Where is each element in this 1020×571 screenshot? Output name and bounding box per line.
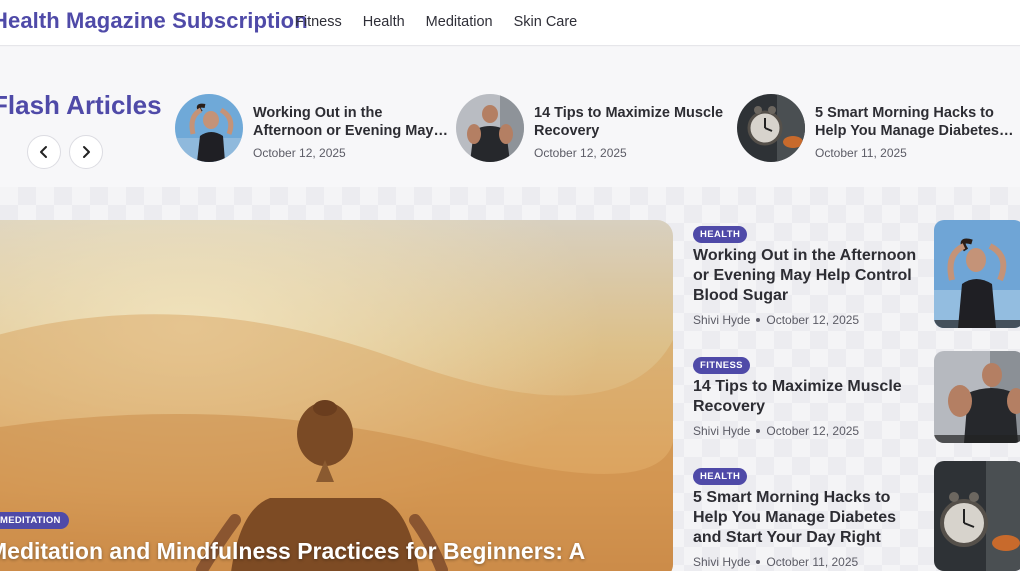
flash-prev-button[interactable] (27, 135, 61, 169)
article-date: October 11, 2025 (766, 555, 859, 569)
side-article-meta: Shivi Hyde October 12, 2025 (693, 424, 859, 438)
category-badge[interactable]: FITNESS (693, 357, 750, 374)
side-article-item[interactable]: HEALTH Working Out in the Afternoon or E… (693, 220, 1020, 336)
nav-item-fitness[interactable]: Fitness (295, 14, 342, 30)
side-article-meta: Shivi Hyde October 11, 2025 (693, 555, 858, 569)
side-article-meta: Shivi Hyde October 12, 2025 (693, 313, 859, 327)
author-name[interactable]: Shivi Hyde (693, 424, 750, 438)
flash-article-item[interactable]: 5 Smart Morning Hacks to Help You Manage… (737, 94, 1012, 166)
nav-item-meditation[interactable]: Meditation (426, 14, 493, 30)
side-article-thumbnail[interactable] (934, 461, 1020, 571)
flash-article-title[interactable]: 14 Tips to Maximize Muscle Recovery (534, 104, 734, 140)
nav-item-health[interactable]: Health (363, 14, 405, 30)
chevron-right-icon (83, 146, 90, 158)
hero-title[interactable]: Meditation and Mindfulness Practices for… (0, 538, 585, 565)
side-article-title[interactable]: 14 Tips to Maximize Muscle Recovery (693, 377, 918, 417)
side-article-title[interactable]: 5 Smart Morning Hacks to Help You Manage… (693, 488, 918, 548)
hero-category-badge[interactable]: MEDITATION (0, 512, 69, 529)
separator-dot (756, 559, 761, 564)
flash-next-button[interactable] (69, 135, 103, 169)
side-article-item[interactable]: HEALTH 5 Smart Morning Hacks to Help You… (693, 461, 1020, 571)
side-article-item[interactable]: FITNESS 14 Tips to Maximize Muscle Recov… (693, 351, 1020, 455)
author-name[interactable]: Shivi Hyde (693, 555, 750, 569)
hero-image[interactable] (0, 220, 673, 571)
article-date: October 12, 2025 (766, 424, 860, 438)
nav-item-skin-care[interactable]: Skin Care (514, 14, 578, 30)
flash-article-thumbnail[interactable] (456, 94, 524, 162)
flash-article-item[interactable]: Working Out in the Afternoon or Evening … (175, 94, 450, 166)
flash-article-date: October 12, 2025 (534, 146, 627, 160)
side-article-thumbnail[interactable] (934, 351, 1020, 443)
site-title[interactable]: Health Magazine Subscription (0, 8, 308, 34)
side-article-title[interactable]: Working Out in the Afternoon or Evening … (693, 246, 918, 306)
flash-articles-heading: Flash Articles (0, 90, 162, 120)
flash-article-title[interactable]: 5 Smart Morning Hacks to Help You Manage… (815, 104, 1015, 140)
separator-dot (756, 428, 761, 433)
author-name[interactable]: Shivi Hyde (693, 313, 750, 327)
side-article-thumbnail[interactable] (934, 220, 1020, 328)
flash-article-item[interactable]: 14 Tips to Maximize Muscle Recovery Octo… (456, 94, 731, 166)
main-nav: Fitness Health Meditation Skin Care (295, 14, 577, 30)
site-header: Health Magazine Subscription Fitness Hea… (0, 0, 1020, 46)
category-badge[interactable]: HEALTH (693, 468, 748, 485)
chevron-left-icon (40, 146, 47, 158)
flash-articles-section: Flash Articles Working Out in the Aftern… (0, 47, 1020, 187)
flash-article-date: October 12, 2025 (253, 146, 346, 160)
category-badge[interactable]: HEALTH (693, 226, 748, 243)
flash-article-title[interactable]: Working Out in the Afternoon or Evening … (253, 104, 453, 140)
article-date: October 12, 2025 (766, 313, 860, 327)
separator-dot (756, 317, 761, 322)
flash-article-date: October 11, 2025 (815, 146, 907, 160)
flash-article-thumbnail[interactable] (737, 94, 805, 162)
flash-article-thumbnail[interactable] (175, 94, 243, 162)
hero-article[interactable]: MEDITATION Meditation and Mindfulness Pr… (0, 220, 673, 571)
